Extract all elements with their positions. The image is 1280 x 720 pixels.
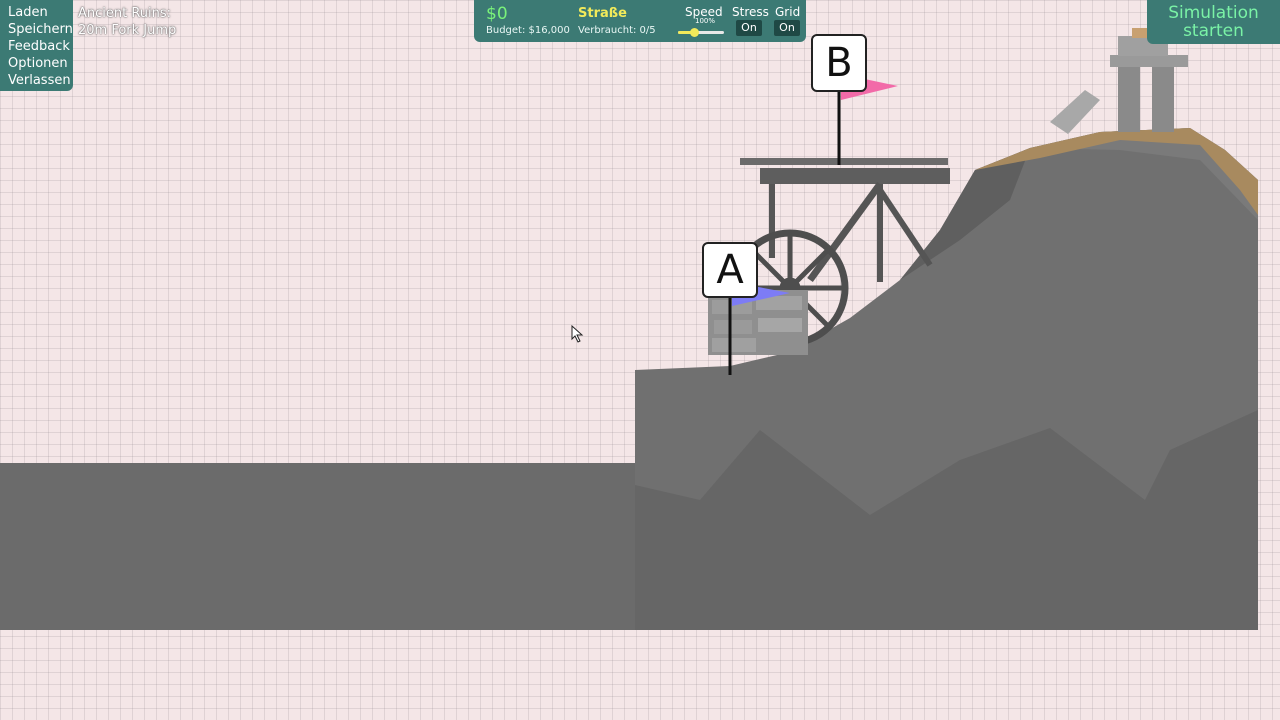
stress-label: Stress (732, 5, 769, 19)
sim-button-line1: Simulation (1168, 3, 1259, 23)
material-selector[interactable]: Straße (578, 6, 627, 21)
budget-display: Budget: $16,000 (486, 25, 570, 36)
menu-item-load[interactable]: Laden (0, 4, 73, 21)
grid-toggle[interactable]: On (774, 20, 800, 36)
mouse-cursor-icon (571, 325, 584, 343)
speed-percent: 100% (695, 17, 716, 25)
money-display: $0 (486, 4, 508, 24)
menu-item-feedback[interactable]: Feedback (0, 38, 73, 55)
speed-slider[interactable] (678, 28, 724, 37)
flag-b-card: B (811, 34, 867, 92)
stress-toggle[interactable]: On (736, 20, 762, 36)
menu-item-quit[interactable]: Verlassen (0, 72, 73, 89)
level-title-line2: 20m Fork Jump (78, 23, 177, 38)
top-toolbar: $0 Budget: $16,000 Straße Verbraucht: 0/… (474, 0, 806, 42)
game-scene[interactable] (0, 0, 1280, 720)
main-menu: Laden Speichern Feedback Optionen Verlas… (0, 0, 73, 91)
start-simulation-button[interactable]: Simulation starten (1147, 0, 1280, 44)
flag-a-card: A (702, 242, 758, 298)
sim-button-line2: starten (1183, 21, 1244, 41)
speed-slider-knob[interactable] (690, 28, 700, 37)
level-title-line1: Ancient Ruins: (78, 6, 172, 21)
material-used: Verbraucht: 0/5 (578, 25, 656, 36)
left-ground (0, 463, 640, 630)
level-title: Ancient Ruins: 20m Fork Jump (78, 5, 176, 39)
menu-item-save[interactable]: Speichern (0, 21, 73, 38)
grid-label: Grid (775, 5, 801, 19)
menu-item-options[interactable]: Optionen (0, 55, 73, 72)
